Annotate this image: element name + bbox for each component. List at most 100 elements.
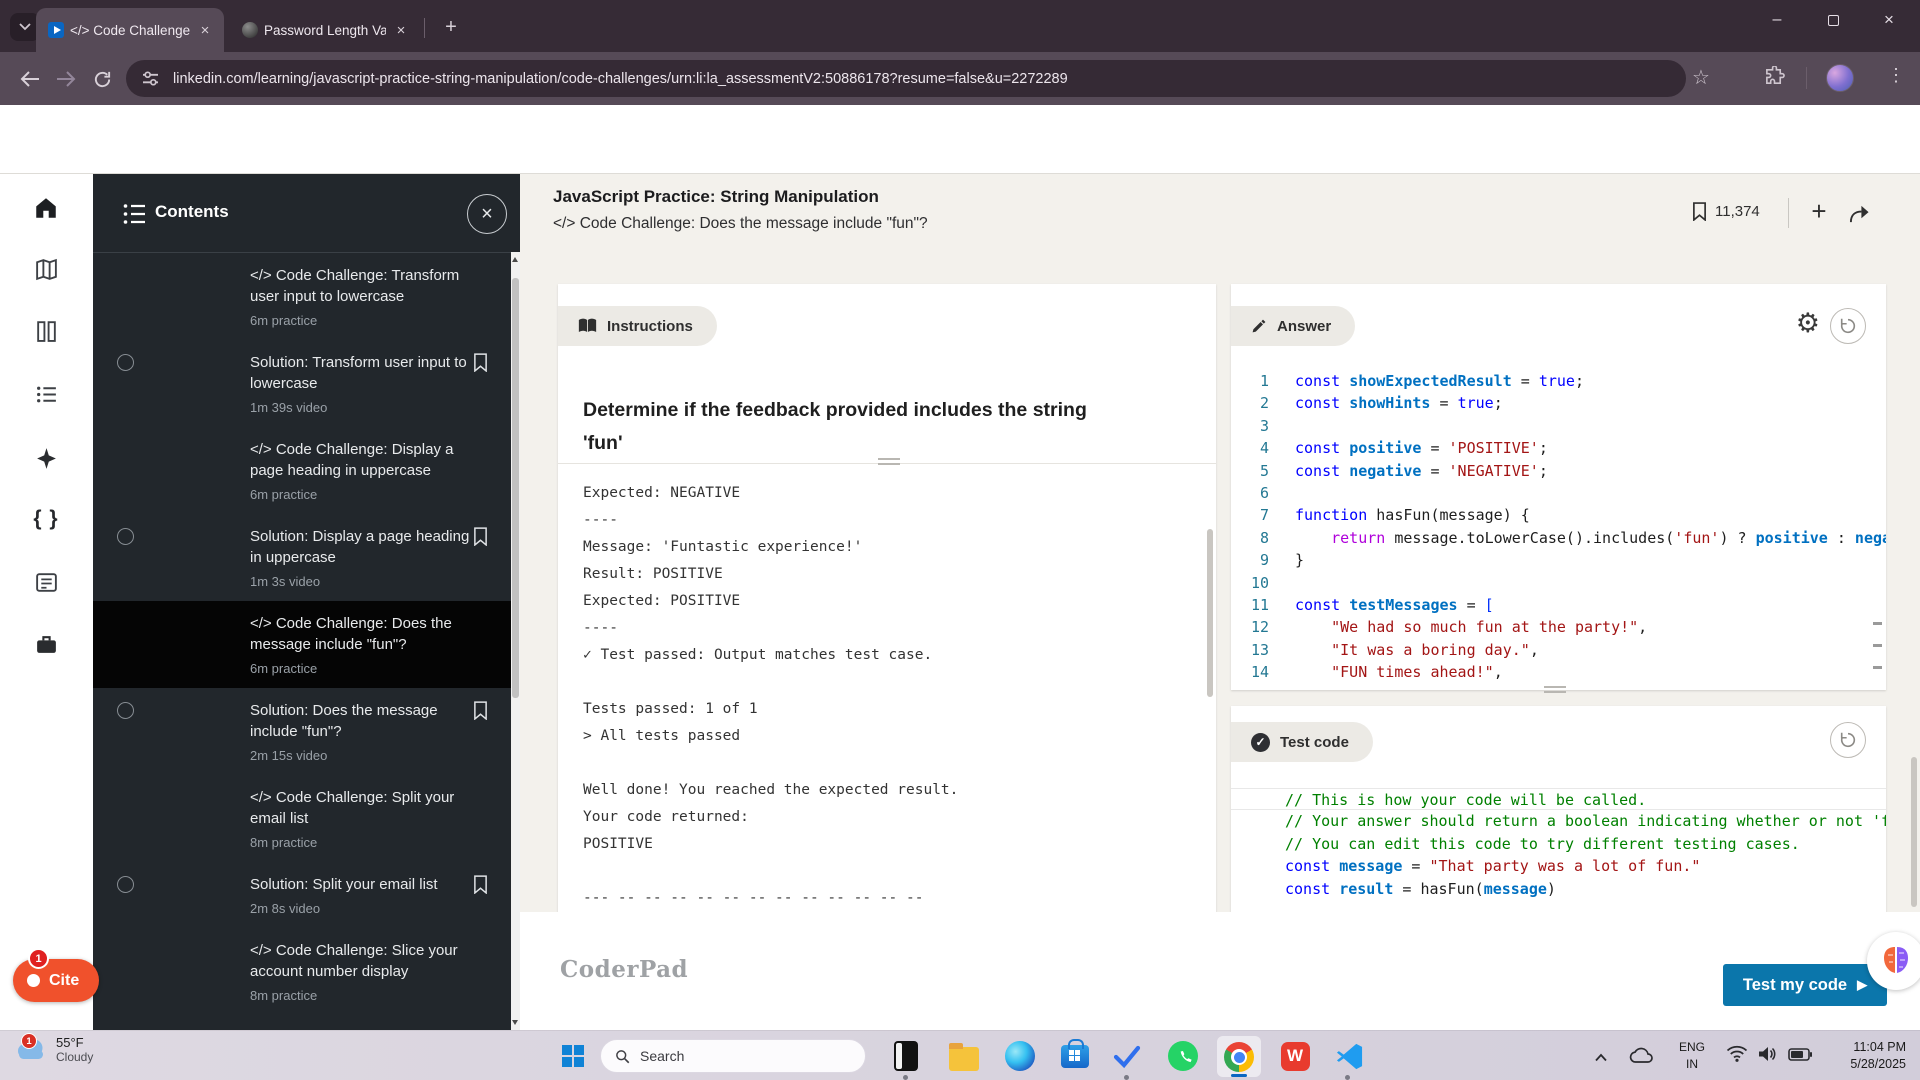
code-line[interactable]: const result = hasFun(message) xyxy=(1231,878,1886,900)
ai-assistant-button[interactable] xyxy=(1867,932,1920,990)
weather-widget[interactable]: 1 55°F Cloudy xyxy=(14,1034,93,1064)
browser-tab-inactive[interactable]: Password Length Validation × xyxy=(230,8,420,52)
code-line[interactable]: // Your answer should return a boolean i… xyxy=(1231,810,1886,832)
scroll-up-arrow[interactable] xyxy=(512,257,518,262)
scroll-down-arrow[interactable] xyxy=(512,1020,518,1025)
new-tab-button[interactable]: + xyxy=(438,14,464,40)
tray-chevron-up-icon[interactable] xyxy=(1594,1049,1608,1067)
code-line[interactable]: 14 "FUN times ahead!", xyxy=(1231,661,1886,683)
contents-scrollbar[interactable] xyxy=(511,252,520,1030)
line-number: 5 xyxy=(1231,460,1295,482)
extensions-icon[interactable] xyxy=(1764,66,1785,92)
chrome-active-highlight[interactable] xyxy=(1217,1036,1261,1077)
todo-check-icon[interactable] xyxy=(1111,1040,1143,1072)
microsoft-store-icon[interactable] xyxy=(1059,1037,1091,1069)
resize-handle[interactable] xyxy=(878,458,900,468)
contents-item-practice[interactable]: </> Code Challenge: Split your email lis… xyxy=(93,775,520,862)
code-line[interactable]: 5const negative = 'NEGATIVE'; xyxy=(1231,460,1886,482)
reset-test-code-button[interactable] xyxy=(1830,722,1866,758)
code-line[interactable]: // You can edit this code to try differe… xyxy=(1231,833,1886,855)
panel-resize-handle[interactable] xyxy=(1544,686,1566,696)
article-icon[interactable] xyxy=(23,559,69,605)
code-line[interactable]: 2const showHints = true; xyxy=(1231,392,1886,414)
sparkle-icon[interactable] xyxy=(23,435,69,481)
list-icon[interactable] xyxy=(23,371,69,417)
clock[interactable]: 11:04 PM 5/28/2025 xyxy=(1850,1039,1906,1073)
taskbar-search[interactable]: Search xyxy=(600,1039,866,1073)
code-line[interactable]: 1const showExpectedResult = true; xyxy=(1231,370,1886,392)
map-icon[interactable] xyxy=(23,246,69,292)
onedrive-cloud-icon[interactable] xyxy=(1628,1045,1654,1070)
code-line[interactable]: 3 xyxy=(1231,415,1886,437)
bookmark-button[interactable]: 11,374 xyxy=(1692,202,1760,221)
code-line[interactable]: 12 "We had so much fun at the party!", xyxy=(1231,616,1886,638)
tab-instructions[interactable]: Instructions xyxy=(558,306,717,346)
contents-close-button[interactable]: × xyxy=(467,194,507,234)
browser-profile-avatar[interactable] xyxy=(1826,64,1854,92)
contents-item-practice[interactable]: </> Code Challenge: Slice your account n… xyxy=(93,928,520,1015)
volume-icon[interactable] xyxy=(1757,1045,1777,1068)
code-line[interactable]: // This is how your code will be called. xyxy=(1231,788,1886,810)
battery-icon[interactable] xyxy=(1788,1048,1812,1066)
code-line[interactable]: 13 "It was a boring day.", xyxy=(1231,639,1886,661)
bookmark-icon[interactable] xyxy=(473,701,488,725)
code-braces-icon[interactable]: { } xyxy=(23,496,69,542)
vscode-icon[interactable] xyxy=(1333,1040,1365,1072)
url-bar[interactable]: linkedin.com/learning/javascript-practic… xyxy=(126,60,1686,97)
contents-item-video[interactable]: Solution: Transform user input to lowerc… xyxy=(93,340,520,427)
contents-item-video[interactable]: Solution: Display a page heading in uppe… xyxy=(93,514,520,601)
bookmark-star-icon[interactable]: ☆ xyxy=(1692,65,1710,90)
whatsapp-icon[interactable] xyxy=(1167,1040,1199,1072)
scrollbar-thumb[interactable] xyxy=(512,278,519,698)
tab-close-icon[interactable]: × xyxy=(196,21,214,39)
tab-close-icon[interactable]: × xyxy=(392,21,410,39)
forward-button[interactable] xyxy=(52,65,80,93)
code-line[interactable]: const message = "That party was a lot of… xyxy=(1231,855,1886,877)
contents-item-video[interactable]: Solution: Split your email list2m 8s vid… xyxy=(93,862,520,928)
answer-code-editor[interactable]: 1const showExpectedResult = true;2const … xyxy=(1231,370,1886,690)
editor-settings-button[interactable]: ⚙ xyxy=(1796,310,1820,337)
instructions-scrollbar[interactable] xyxy=(1207,529,1213,697)
code-line[interactable]: 7function hasFun(message) { xyxy=(1231,504,1886,526)
back-button[interactable] xyxy=(16,65,44,93)
code-line[interactable]: 6 xyxy=(1231,482,1886,504)
cite-button[interactable]: Cite xyxy=(13,959,99,1002)
code-line[interactable]: 9} xyxy=(1231,549,1886,571)
reload-button[interactable] xyxy=(88,65,116,93)
code-line[interactable]: 11const testMessages = [ xyxy=(1231,594,1886,616)
taskbar-app-dark[interactable] xyxy=(890,1040,922,1072)
wifi-icon[interactable] xyxy=(1726,1045,1748,1067)
tab-test-code[interactable]: ✓ Test code xyxy=(1231,722,1373,762)
test-code-editor[interactable]: // This is how your code will be called.… xyxy=(1231,788,1886,912)
code-line[interactable]: 4const positive = 'POSITIVE'; xyxy=(1231,437,1886,459)
browser-menu-icon[interactable]: ⋮ xyxy=(1884,65,1908,86)
site-settings-icon[interactable] xyxy=(142,71,159,86)
file-explorer-icon[interactable] xyxy=(948,1043,980,1075)
bookmark-icon[interactable] xyxy=(473,353,488,377)
window-minimize-button[interactable]: – xyxy=(1754,0,1800,40)
add-button[interactable]: + xyxy=(1802,196,1836,227)
reset-code-button[interactable] xyxy=(1830,308,1866,344)
share-button[interactable] xyxy=(1848,203,1871,229)
w-app-icon[interactable]: W xyxy=(1279,1040,1311,1072)
code-line[interactable]: 10 xyxy=(1231,572,1886,594)
tab-answer[interactable]: Answer xyxy=(1231,306,1355,346)
briefcase-icon[interactable] xyxy=(23,621,69,667)
test-my-code-button[interactable]: Test my code ▶ xyxy=(1723,964,1887,1006)
windows-start-button[interactable] xyxy=(562,1045,584,1067)
page-scrollbar[interactable] xyxy=(1911,757,1917,907)
window-maximize-button[interactable] xyxy=(1810,0,1856,40)
language-indicator[interactable]: ENG IN xyxy=(1672,1039,1712,1073)
browser-tab-active[interactable]: </> Code Challenge: Does the × xyxy=(36,8,224,52)
code-line[interactable]: 8 return message.toLowerCase().includes(… xyxy=(1231,527,1886,549)
home-icon[interactable] xyxy=(23,185,69,231)
edge-icon[interactable] xyxy=(1004,1040,1036,1072)
contents-item-practice[interactable]: </> Code Challenge: Does the message inc… xyxy=(93,601,520,688)
library-icon[interactable] xyxy=(23,308,69,354)
contents-item-practice[interactable]: </> Code Challenge: Display a page headi… xyxy=(93,427,520,514)
contents-item-practice[interactable]: </> Code Challenge: Transform user input… xyxy=(93,253,520,340)
bookmark-icon[interactable] xyxy=(473,527,488,551)
window-close-button[interactable]: × xyxy=(1866,0,1912,40)
bookmark-icon[interactable] xyxy=(473,875,488,899)
contents-item-video[interactable]: Solution: Does the message include "fun"… xyxy=(93,688,520,775)
